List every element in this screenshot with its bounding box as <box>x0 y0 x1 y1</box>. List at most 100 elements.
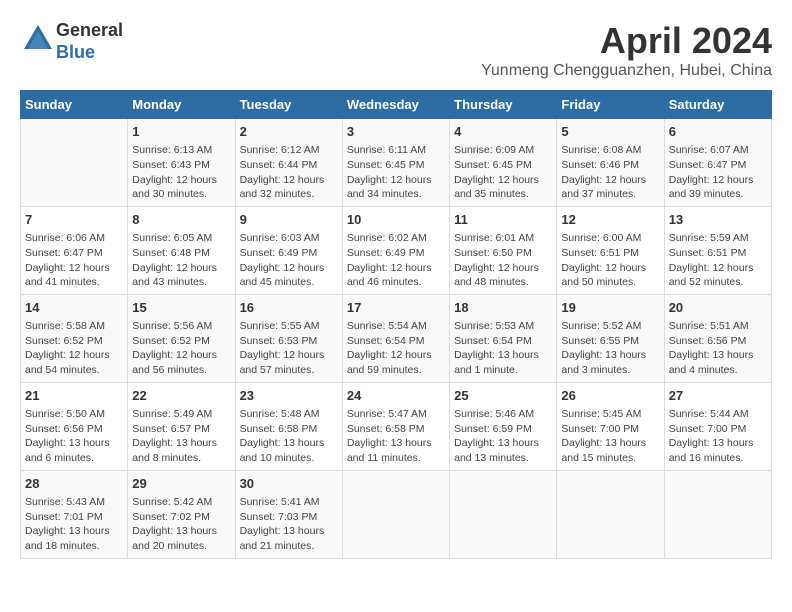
day-number: 10 <box>347 211 445 229</box>
calendar-cell: 23 Sunrise: 5:48 AM Sunset: 6:58 PM Dayli… <box>235 382 342 470</box>
calendar-cell: 4 Sunrise: 6:09 AM Sunset: 6:45 PM Daylig… <box>450 119 557 207</box>
day-number: 14 <box>25 299 123 317</box>
calendar-cell: 5 Sunrise: 6:08 AM Sunset: 6:46 PM Daylig… <box>557 119 664 207</box>
column-header-wednesday: Wednesday <box>342 91 449 119</box>
day-number: 21 <box>25 387 123 405</box>
logo-text: General Blue <box>56 20 123 63</box>
day-info: Sunrise: 6:03 AM Sunset: 6:49 PM Dayligh… <box>240 231 338 290</box>
day-info: Sunrise: 5:50 AM Sunset: 6:56 PM Dayligh… <box>25 407 123 466</box>
day-info: Sunrise: 5:45 AM Sunset: 7:00 PM Dayligh… <box>561 407 659 466</box>
calendar-cell: 7 Sunrise: 6:06 AM Sunset: 6:47 PM Daylig… <box>21 206 128 294</box>
calendar-cell: 1 Sunrise: 6:13 AM Sunset: 6:43 PM Daylig… <box>128 119 235 207</box>
calendar-cell: 21 Sunrise: 5:50 AM Sunset: 6:56 PM Dayli… <box>21 382 128 470</box>
calendar-cell: 19 Sunrise: 5:52 AM Sunset: 6:55 PM Dayli… <box>557 294 664 382</box>
calendar-cell <box>342 470 449 558</box>
day-info: Sunrise: 5:46 AM Sunset: 6:59 PM Dayligh… <box>454 407 552 466</box>
calendar-cell: 17Sunrise: 5:54 AM Sunset: 6:54 PM Dayli… <box>342 294 449 382</box>
calendar-cell: 30 Sunrise: 5:41 AM Sunset: 7:03 PM Dayli… <box>235 470 342 558</box>
day-number: 15 <box>132 299 230 317</box>
column-header-saturday: Saturday <box>664 91 771 119</box>
day-number: 11 <box>454 211 552 229</box>
calendar-cell: 20 Sunrise: 5:51 AM Sunset: 6:56 PM Dayli… <box>664 294 771 382</box>
day-info: Sunrise: 5:42 AM Sunset: 7:02 PM Dayligh… <box>132 495 230 554</box>
month-title: April 2024 <box>481 20 772 62</box>
calendar-week-row: 1 Sunrise: 6:13 AM Sunset: 6:43 PM Daylig… <box>21 119 772 207</box>
day-number: 4 <box>454 123 552 141</box>
day-info: Sunrise: 5:41 AM Sunset: 7:03 PM Dayligh… <box>240 495 338 554</box>
calendar-week-row: 28 Sunrise: 5:43 AM Sunset: 7:01 PM Dayli… <box>21 470 772 558</box>
column-header-tuesday: Tuesday <box>235 91 342 119</box>
logo-icon <box>20 21 56 57</box>
calendar-cell <box>21 119 128 207</box>
day-number: 29 <box>132 475 230 493</box>
day-number: 26 <box>561 387 659 405</box>
logo: General Blue <box>20 20 123 63</box>
day-info: Sunrise: 6:13 AM Sunset: 6:43 PM Dayligh… <box>132 143 230 202</box>
day-number: 20 <box>669 299 767 317</box>
day-info: Sunrise: 6:01 AM Sunset: 6:50 PM Dayligh… <box>454 231 552 290</box>
day-info: Sunrise: 6:06 AM Sunset: 6:47 PM Dayligh… <box>25 231 123 290</box>
calendar-cell: 14 Sunrise: 5:58 AM Sunset: 6:52 PM Dayli… <box>21 294 128 382</box>
day-number: 12 <box>561 211 659 229</box>
calendar-cell: 10 Sunrise: 6:02 AM Sunset: 6:49 PM Dayli… <box>342 206 449 294</box>
day-number: 7 <box>25 211 123 229</box>
day-number: 30 <box>240 475 338 493</box>
day-number: 8 <box>132 211 230 229</box>
day-info: Sunrise: 5:44 AM Sunset: 7:00 PM Dayligh… <box>669 407 767 466</box>
calendar-cell <box>450 470 557 558</box>
calendar-week-row: 7 Sunrise: 6:06 AM Sunset: 6:47 PM Daylig… <box>21 206 772 294</box>
calendar-header-row: SundayMondayTuesdayWednesdayThursdayFrid… <box>21 91 772 119</box>
calendar-cell: 15 Sunrise: 5:56 AM Sunset: 6:52 PM Dayli… <box>128 294 235 382</box>
day-info: Sunrise: 6:08 AM Sunset: 6:46 PM Dayligh… <box>561 143 659 202</box>
calendar-week-row: 14 Sunrise: 5:58 AM Sunset: 6:52 PM Dayli… <box>21 294 772 382</box>
day-number: 18 <box>454 299 552 317</box>
day-info: Sunrise: 6:00 AM Sunset: 6:51 PM Dayligh… <box>561 231 659 290</box>
calendar-cell: 6 Sunrise: 6:07 AM Sunset: 6:47 PM Daylig… <box>664 119 771 207</box>
day-number: 2 <box>240 123 338 141</box>
day-number: 24 <box>347 387 445 405</box>
day-info: Sunrise: 6:07 AM Sunset: 6:47 PM Dayligh… <box>669 143 767 202</box>
calendar-cell: 9 Sunrise: 6:03 AM Sunset: 6:49 PM Daylig… <box>235 206 342 294</box>
page-header: General Blue April 2024 Yunmeng Chenggua… <box>20 20 772 80</box>
day-info: Sunrise: 5:58 AM Sunset: 6:52 PM Dayligh… <box>25 319 123 378</box>
location: Yunmeng Chengguanzhen, Hubei, China <box>481 62 772 80</box>
day-info: Sunrise: 6:11 AM Sunset: 6:45 PM Dayligh… <box>347 143 445 202</box>
day-number: 23 <box>240 387 338 405</box>
day-info: Sunrise: 5:49 AM Sunset: 6:57 PM Dayligh… <box>132 407 230 466</box>
day-info: Sunrise: 5:51 AM Sunset: 6:56 PM Dayligh… <box>669 319 767 378</box>
column-header-friday: Friday <box>557 91 664 119</box>
day-info: Sunrise: 5:52 AM Sunset: 6:55 PM Dayligh… <box>561 319 659 378</box>
calendar-cell <box>557 470 664 558</box>
day-number: 1 <box>132 123 230 141</box>
day-number: 19 <box>561 299 659 317</box>
day-number: 3 <box>347 123 445 141</box>
day-info: Sunrise: 6:12 AM Sunset: 6:44 PM Dayligh… <box>240 143 338 202</box>
calendar-cell <box>664 470 771 558</box>
calendar-cell: 16 Sunrise: 5:55 AM Sunset: 6:53 PM Dayli… <box>235 294 342 382</box>
day-number: 5 <box>561 123 659 141</box>
calendar-cell: 22Sunrise: 5:49 AM Sunset: 6:57 PM Dayli… <box>128 382 235 470</box>
day-info: Sunrise: 6:02 AM Sunset: 6:49 PM Dayligh… <box>347 231 445 290</box>
day-info: Sunrise: 5:55 AM Sunset: 6:53 PM Dayligh… <box>240 319 338 378</box>
calendar-cell: 3 Sunrise: 6:11 AM Sunset: 6:45 PM Daylig… <box>342 119 449 207</box>
day-number: 27 <box>669 387 767 405</box>
calendar-cell: 29 Sunrise: 5:42 AM Sunset: 7:02 PM Dayli… <box>128 470 235 558</box>
day-number: 6 <box>669 123 767 141</box>
day-info: Sunrise: 5:48 AM Sunset: 6:58 PM Dayligh… <box>240 407 338 466</box>
day-number: 17 <box>347 299 445 317</box>
day-number: 16 <box>240 299 338 317</box>
calendar-cell: 24Sunrise: 5:47 AM Sunset: 6:58 PM Dayli… <box>342 382 449 470</box>
calendar-cell: 27 Sunrise: 5:44 AM Sunset: 7:00 PM Dayli… <box>664 382 771 470</box>
column-header-thursday: Thursday <box>450 91 557 119</box>
day-number: 9 <box>240 211 338 229</box>
day-info: Sunrise: 5:56 AM Sunset: 6:52 PM Dayligh… <box>132 319 230 378</box>
day-number: 28 <box>25 475 123 493</box>
calendar-cell: 25Sunrise: 5:46 AM Sunset: 6:59 PM Dayli… <box>450 382 557 470</box>
day-info: Sunrise: 6:09 AM Sunset: 6:45 PM Dayligh… <box>454 143 552 202</box>
day-info: Sunrise: 5:43 AM Sunset: 7:01 PM Dayligh… <box>25 495 123 554</box>
day-number: 13 <box>669 211 767 229</box>
calendar-cell: 18 Sunrise: 5:53 AM Sunset: 6:54 PM Dayli… <box>450 294 557 382</box>
day-info: Sunrise: 5:53 AM Sunset: 6:54 PM Dayligh… <box>454 319 552 378</box>
title-block: April 2024 Yunmeng Chengguanzhen, Hubei,… <box>481 20 772 80</box>
day-info: Sunrise: 6:05 AM Sunset: 6:48 PM Dayligh… <box>132 231 230 290</box>
